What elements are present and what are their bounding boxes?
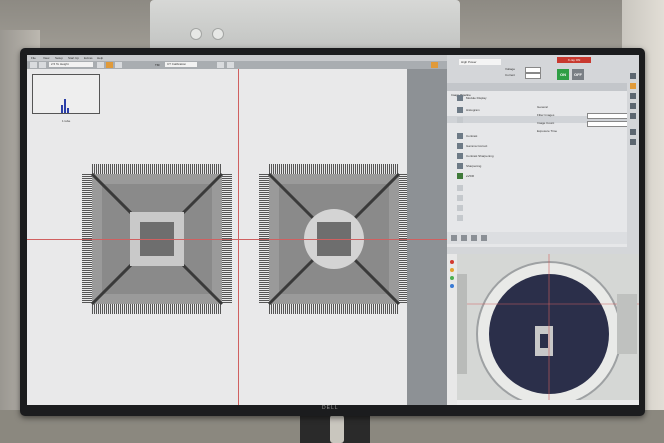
close-icon[interactable] [630,73,636,79]
histogram-bar [61,105,63,113]
settings-icon[interactable] [481,235,487,241]
filter-images-input[interactable] [587,113,629,119]
pipeline-header: Image Pipeline [447,83,639,97]
warning-icon[interactable] [630,83,636,89]
tool-button[interactable] [97,62,104,68]
tool-icon[interactable] [630,93,636,99]
histogram-bar [64,99,66,113]
pipeline-toolbar [447,232,639,244]
pipeline-row[interactable]: eVDR [457,171,527,181]
module-icon [457,95,463,101]
xray-status-badge: X-ray ON [557,57,591,63]
tm-label: TM: [155,63,161,67]
camera-image [457,254,639,400]
viewer-gutter [407,69,447,405]
module-icon [457,185,463,191]
xray-image-viewer[interactable]: 1 tube [27,69,409,405]
pipeline-row[interactable]: Histogram [457,105,527,115]
sharpen-icon [457,153,463,159]
xray-control-bar: High Power X-ray ON Voltage Current ON O… [447,55,639,83]
contrast-icon [457,133,463,139]
toolbar: 2.5 To Height TM: CT Calibration [27,61,447,69]
calibration-select[interactable]: CT Calibration [165,62,197,67]
filter-icon [457,117,463,123]
tool-button[interactable] [115,62,122,68]
pipeline-row[interactable] [457,213,527,223]
current-input[interactable] [525,73,541,79]
filter-images-label: Filter Images [537,113,555,117]
side-toolbar [627,69,639,249]
image-count-label: Image Count [537,121,555,125]
pipeline-row[interactable] [457,203,527,213]
power-mode-select[interactable]: High Power [459,59,501,65]
current-label: Current [505,73,516,77]
navigator-panel: Navigator [447,247,639,405]
histogram-icon [457,107,463,113]
module-icon [457,195,463,201]
histogram-plot [32,74,100,114]
add-icon[interactable] [451,235,457,241]
histogram-bar [67,108,69,113]
pipeline-row[interactable]: Gamma Correct [457,141,527,151]
tool-icon[interactable] [630,139,636,145]
exposure-label: Exposure Time [537,129,558,133]
monitor-brand: DELL [322,405,339,411]
pipeline-row[interactable] [457,183,527,193]
pipeline-row[interactable]: Module Display [457,93,527,103]
control-panel: High Power X-ray ON Voltage Current ON O… [447,55,639,247]
sharpen-icon [457,163,463,169]
height-select[interactable]: 2.5 To Height [49,62,93,67]
image-count-input[interactable] [587,121,629,127]
crosshair-horizontal [27,239,447,240]
voltage-label: Voltage [505,67,516,71]
remove-icon[interactable] [461,235,467,241]
orange-tool-button[interactable] [106,62,113,68]
navigator-sidebar [447,254,457,405]
camera-view[interactable] [457,254,639,400]
pipeline-row[interactable] [457,193,527,203]
navigator-footer [457,400,639,405]
cable [330,415,344,443]
gamma-icon [457,143,463,149]
orange-tool-button[interactable] [431,62,438,68]
status-dot-blue[interactable] [450,284,454,288]
module-icon [457,205,463,211]
copy-icon[interactable] [471,235,477,241]
machine-knob [212,28,224,40]
xray-off-button[interactable]: OFF [572,69,584,80]
pipeline-row[interactable]: Contrast Sharpening [457,151,527,161]
tool-icon[interactable] [630,113,636,119]
tool-icon[interactable] [630,103,636,109]
settings-general-label: General [537,105,548,109]
save-button[interactable] [39,62,46,68]
pipeline-row[interactable]: Sharpening [457,161,527,171]
pipeline-row[interactable]: Contrast [457,131,527,141]
machine-knob [190,28,202,40]
tool-button[interactable] [227,62,234,68]
module-icon [457,215,463,221]
tool-button[interactable] [217,62,224,68]
status-dot-red[interactable] [450,260,454,264]
screen: File View Setup Start Up Extras Help 2.5… [27,55,639,405]
xray-on-button[interactable]: ON [557,69,569,80]
status-dot-green[interactable] [450,276,454,280]
status-dot-orange[interactable] [450,268,454,272]
evdr-icon [457,173,463,179]
crosshair-vertical [238,69,239,405]
navigator-header: Navigator [447,247,639,261]
open-button[interactable] [30,62,37,68]
tool-icon[interactable] [630,129,636,135]
histogram-label: 1 tube [62,119,71,123]
pipeline-row[interactable] [457,115,527,125]
